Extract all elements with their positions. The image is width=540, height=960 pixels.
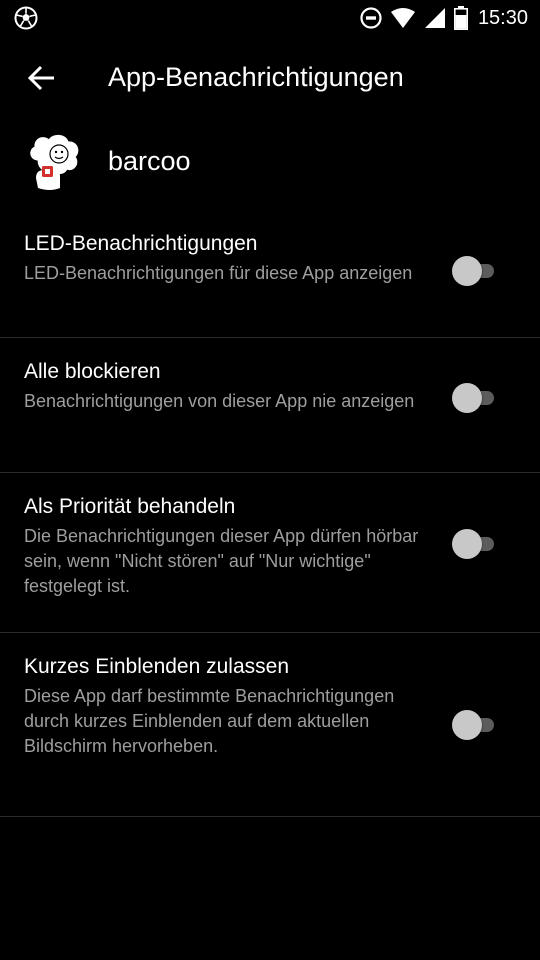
status-bar: 15:30 — [0, 0, 540, 36]
setting-summary: Diese App darf bestimmte Benachrichtigun… — [24, 686, 395, 756]
wifi-icon — [390, 8, 415, 28]
setting-title: Alle blockieren — [24, 360, 161, 383]
toolbar: App-Benachrichtigungen — [0, 36, 540, 120]
app-name: barcoo — [108, 146, 191, 176]
setting-led-notifications[interactable]: LED-Benachrichtigungen LED-Benachrichtig… — [0, 210, 540, 338]
toggle-thumb — [452, 529, 482, 559]
page-title: App-Benachrichtigungen — [108, 62, 404, 92]
clock: 15:30 — [477, 6, 528, 29]
toggle-thumb — [452, 710, 482, 740]
setting-title: Als Priorität behandeln — [24, 495, 236, 518]
setting-peek[interactable]: Kurzes Einblenden zulassen Diese App dar… — [0, 633, 540, 817]
app-header: barcoo — [0, 120, 540, 210]
setting-summary: Die Benachrichtigungen dieser App dürfen… — [24, 526, 419, 596]
priority-toggle[interactable] — [452, 529, 500, 559]
peek-toggle[interactable] — [452, 710, 500, 740]
block-all-toggle[interactable] — [452, 383, 500, 413]
led-notifications-toggle[interactable] — [452, 256, 500, 286]
setting-title: Kurzes Einblenden zulassen — [24, 655, 290, 678]
do-not-disturb-icon — [360, 7, 382, 29]
soccer-ball-icon — [14, 6, 38, 30]
setting-block-all[interactable]: Alle blockieren Benachrichtigungen von d… — [0, 338, 540, 473]
battery-icon — [453, 6, 468, 30]
setting-priority[interactable]: Als Priorität behandeln Die Benachrichti… — [0, 473, 540, 633]
setting-summary: Benachrichtigungen von dieser App nie an… — [24, 391, 415, 411]
arrow-back-icon[interactable] — [22, 58, 62, 98]
setting-title: LED-Benachrichtigungen — [24, 232, 258, 255]
toggle-thumb — [452, 256, 482, 286]
setting-summary: LED-Benachrichtigungen für diese App anz… — [24, 263, 413, 283]
toggle-thumb — [452, 383, 482, 413]
settings-list: LED-Benachrichtigungen LED-Benachrichtig… — [0, 210, 540, 817]
barcoo-app-icon — [30, 134, 79, 190]
signal-icon — [424, 8, 445, 28]
